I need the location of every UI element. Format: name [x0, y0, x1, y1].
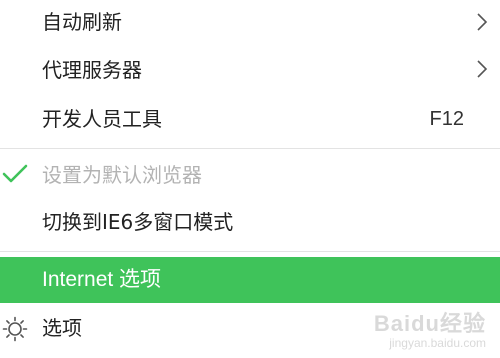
menu-separator: [0, 148, 500, 149]
menu-item-label: 切换到IE6多窗口模式: [42, 210, 234, 234]
menu-item-proxy-server[interactable]: 代理服务器: [0, 50, 500, 95]
menu-item-label: Internet 选项: [42, 268, 162, 291]
baidu-jingyan-watermark: Baidu经验 jingyan.baidu.com: [374, 306, 486, 350]
menu-item-switch-ie6-multiwindow[interactable]: 切换到IE6多窗口模式: [0, 200, 500, 245]
chevron-right-icon: [477, 60, 488, 78]
checkmark-icon: [2, 164, 28, 183]
menu-item-label: 自动刷新: [42, 10, 122, 34]
menu-item-label: 选项: [42, 316, 82, 340]
menu-item-developer-tools[interactable]: 开发人员工具 F12: [0, 97, 500, 142]
menu-item-internet-options[interactable]: Internet 选项: [0, 257, 500, 303]
menu-item-shortcut: F12: [429, 108, 464, 130]
menu-item-set-default-browser: 设置为默认浏览器: [0, 153, 500, 198]
context-menu: 自动刷新 代理服务器 开发人员工具 F12 设置为默认浏览器 切换到IE6多窗口…: [0, 0, 500, 358]
menu-item-label: 开发人员工具: [42, 107, 162, 131]
chevron-right-icon: [477, 13, 488, 31]
menu-separator: [0, 251, 500, 252]
menu-item-label: 设置为默认浏览器: [42, 163, 202, 187]
menu-item-label: 代理服务器: [42, 58, 142, 82]
watermark-text: Baidu经验: [373, 311, 486, 336]
menu-item-auto-refresh[interactable]: 自动刷新: [0, 0, 500, 45]
watermark-url: jingyan.baidu.com: [389, 336, 486, 350]
gear-icon: [2, 316, 28, 342]
